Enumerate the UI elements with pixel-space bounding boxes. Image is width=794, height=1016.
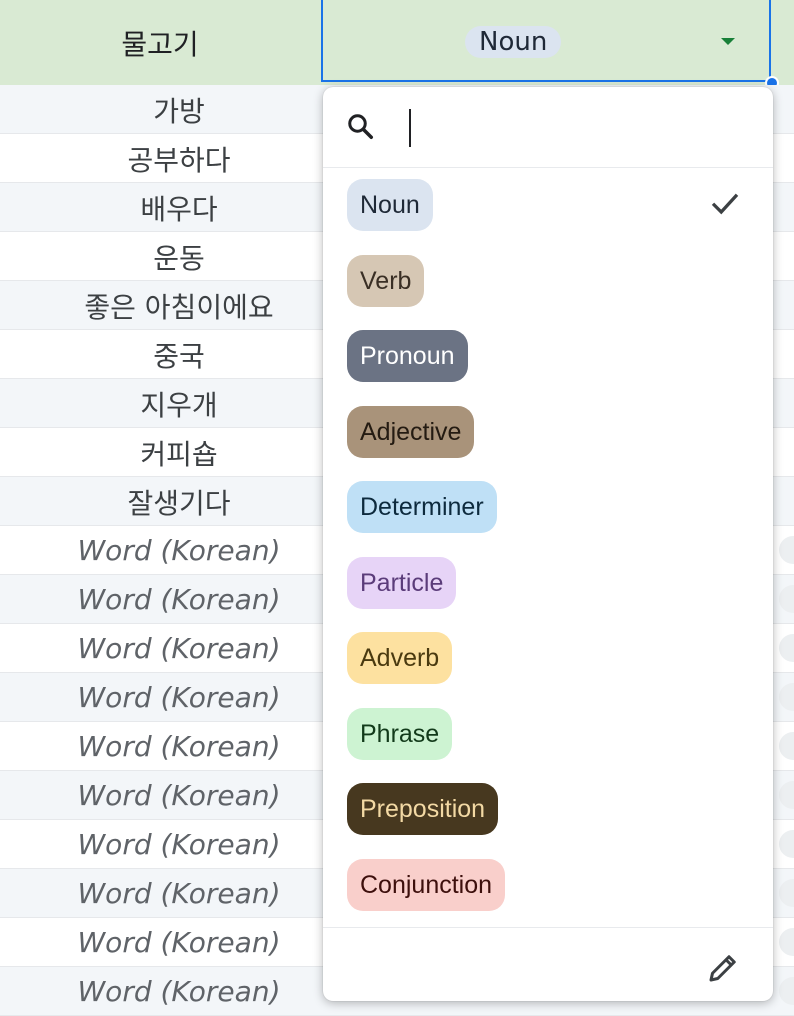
word-cell[interactable]: Word (Korean) [0,624,358,673]
word-cell[interactable]: 잘생기다 [0,477,358,526]
adjacent-chip[interactable] [779,536,794,564]
option-chip: Phrase [347,707,453,760]
option-chip: Noun [347,179,433,231]
adjacent-chip[interactable] [779,732,794,760]
option-chip: Preposition [347,783,499,835]
option-chip: Particle [347,556,457,609]
word-cell[interactable]: Word (Korean) [0,673,358,722]
option-chip: Verb [347,254,425,307]
word-cell[interactable]: Word (Korean) [0,820,358,869]
adjacent-chip[interactable] [779,781,794,809]
word-cell[interactable]: 배우다 [0,183,358,232]
word-cell[interactable]: Word (Korean) [0,526,358,575]
dropdown-option[interactable]: Preposition [323,783,773,859]
word-cell[interactable]: 가방 [0,85,358,134]
word-cell[interactable]: Word (Korean) [0,575,358,624]
header-word-cell[interactable]: 물고기 [0,0,320,85]
header-word-text: 물고기 [121,27,199,61]
dropdown-arrow-icon[interactable] [721,38,735,45]
dropdown-option[interactable]: Determiner [323,481,773,557]
word-cell[interactable]: 공부하다 [0,134,358,183]
dropdown-option[interactable]: Noun [323,179,773,255]
selected-value-chip: Noun [465,26,562,58]
word-cell[interactable]: Word (Korean) [0,771,358,820]
dropdown-option[interactable]: Particle [323,556,773,633]
adjacent-chip[interactable] [779,879,794,907]
dropdown-option[interactable]: Verb [323,254,773,331]
dropdown-option[interactable]: Phrase [323,707,773,784]
option-chip: Adverb [347,632,453,684]
dropdown-option[interactable]: Adverb [323,632,773,708]
dropdown-search[interactable] [323,87,773,168]
dropdown-options: Noun Verb Pronoun Adjective Determiner Partic… [323,179,773,934]
word-cell[interactable]: 커피숍 [0,428,358,477]
word-cell[interactable]: Word (Korean) [0,967,358,1016]
adjacent-chip[interactable] [779,585,794,613]
option-chip: Pronoun [347,330,468,382]
option-chip: Determiner [347,481,497,533]
search-input[interactable] [409,109,411,147]
dropdown-option[interactable]: Conjunction [323,858,773,935]
dropdown-footer [323,927,773,1002]
word-cell[interactable]: 중국 [0,330,358,379]
check-icon [711,193,739,215]
header-row: 물고기 Noun [0,0,794,90]
dropdown-option[interactable]: Adjective [323,405,773,482]
adjacent-chip[interactable] [779,830,794,858]
word-cell[interactable]: Word (Korean) [0,869,358,918]
word-cell[interactable]: 운동 [0,232,358,281]
word-cell[interactable]: 좋은 아침이에요 [0,281,358,330]
adjacent-chip[interactable] [779,634,794,662]
option-chip: Conjunction [347,858,506,911]
word-cell[interactable]: Word (Korean) [0,918,358,967]
adjacent-chip[interactable] [779,683,794,711]
selected-dropdown-cell[interactable]: Noun [321,0,771,82]
pencil-icon[interactable] [705,950,741,986]
dropdown-option[interactable]: Pronoun [323,330,773,406]
adjacent-chip[interactable] [779,977,794,1005]
adjacent-chip[interactable] [779,928,794,956]
dropdown-menu: Noun Verb Pronoun Adjective Determiner Partic… [323,87,773,1001]
word-cell[interactable]: 지우개 [0,379,358,428]
search-icon [348,114,373,139]
word-cell[interactable]: Word (Korean) [0,722,358,771]
option-chip: Adjective [347,405,475,458]
